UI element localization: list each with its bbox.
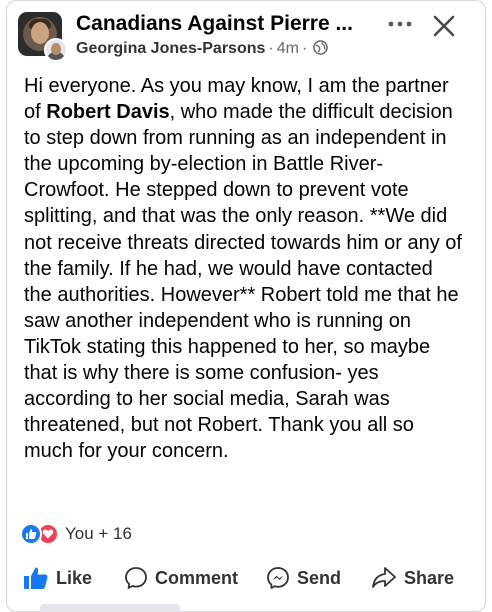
thumbs-up-icon <box>24 567 48 589</box>
like-label: Like <box>56 567 93 588</box>
comment-button[interactable]: Comment <box>124 558 238 598</box>
comment-label: Comment <box>155 567 239 588</box>
share-button[interactable]: Share <box>371 558 454 598</box>
share-label: Share <box>404 567 455 588</box>
reactions-summary[interactable]: You + 16 <box>20 523 132 545</box>
meta-separator: · <box>268 40 274 57</box>
comment-bubble-icon <box>125 567 147 589</box>
tagged-name: Robert Davis <box>46 101 170 124</box>
post-timestamp[interactable]: 4m <box>277 40 299 57</box>
post-text-part-2: , who made the difficult decision to ste… <box>24 101 462 463</box>
share-arrow-icon <box>372 567 396 588</box>
post-meta: Georgina Jones-Parsons · 4m · <box>76 39 329 59</box>
messenger-icon <box>267 567 289 589</box>
send-label: Send <box>297 567 342 588</box>
action-bar: Like Comment Send Share <box>6 558 486 598</box>
reaction-count: You + 16 <box>65 524 132 543</box>
author-name-link[interactable]: Georgina Jones-Parsons <box>76 40 265 57</box>
more-horizontal-icon[interactable] <box>384 12 416 36</box>
group-avatar-face <box>31 22 49 44</box>
meta-separator-2: · <box>301 40 308 57</box>
send-button[interactable]: Send <box>266 558 341 598</box>
next-post-peek <box>40 604 180 612</box>
close-icon[interactable] <box>430 12 458 40</box>
like-button[interactable]: Like <box>23 558 92 598</box>
globe-icon <box>313 40 329 55</box>
group-name-link[interactable]: Canadians Against Pierre ... <box>76 11 376 37</box>
like-reaction-icon <box>20 523 42 545</box>
author-avatar-face <box>51 43 61 55</box>
author-avatar[interactable] <box>44 38 68 62</box>
post-body-text: Hi everyone. As you may know, I am the p… <box>24 73 464 464</box>
